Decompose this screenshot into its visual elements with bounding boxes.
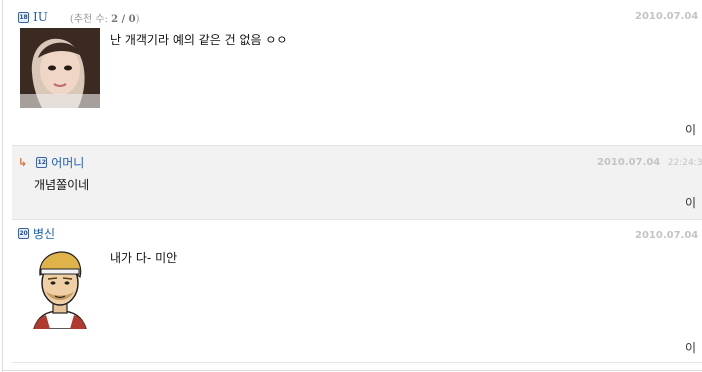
date-text: 2010.07.04 xyxy=(597,157,661,168)
date-text: 2010.07.04 xyxy=(635,11,699,22)
recommend-count: (추천 수: 2 / 0) xyxy=(70,10,140,25)
date-text: 2010.07.04 xyxy=(635,230,699,241)
level-badge: 12 xyxy=(36,156,48,168)
recommend-close: ) xyxy=(135,13,140,25)
avatar-photo-icon[interactable] xyxy=(20,28,100,108)
recommend-value: 2 / 0 xyxy=(111,13,136,25)
comment-1: 18 IU (추천 수: 2 / 0) 2010.07.04 2 난 개객기라 … xyxy=(12,0,702,145)
author-nickname[interactable]: 어머니 xyxy=(51,154,84,171)
comment-date: 2010.07.04 2 xyxy=(635,230,702,241)
time-text: 22:24:31 xyxy=(667,158,702,168)
reply-arrow-icon: ↳ xyxy=(18,155,28,169)
author-nickname[interactable]: 병신 xyxy=(33,225,55,242)
avatar-cartoon-icon[interactable] xyxy=(20,245,100,329)
frame-bottom-border xyxy=(2,370,702,371)
comment-text: 내가 다- 미안 xyxy=(110,251,178,265)
author-nickname[interactable]: IU xyxy=(33,10,48,24)
comment-date: 2010.07.04 22:24:31 xyxy=(597,157,702,168)
comment-header: 18 IU (추천 수: 2 / 0) xyxy=(18,9,140,25)
comment-header: ↳ 12 어머니 xyxy=(18,154,84,170)
comment-header: 20 병신 xyxy=(18,225,55,241)
recommend-label: (추천 수: xyxy=(69,13,108,25)
comment-2-reply: ↳ 12 어머니 2010.07.04 22:24:31 개념쫄이네 이 xyxy=(12,145,702,220)
level-badge: 20 xyxy=(18,227,29,239)
frame-left-border xyxy=(2,0,3,372)
comment-action-link[interactable]: 이 xyxy=(685,121,696,138)
comment-text: 개념쫄이네 xyxy=(34,178,90,192)
comment-action-link[interactable]: 이 xyxy=(685,339,696,356)
comment-date: 2010.07.04 2 xyxy=(635,11,702,22)
comment-3: 20 병신 2010.07.04 2 내가 다- 미안 이 xyxy=(12,219,702,363)
comment-text: 난 개객기라 예의 같은 건 없음 ㅇㅇ xyxy=(110,33,288,47)
level-badge: 18 xyxy=(18,11,29,23)
comment-action-link[interactable]: 이 xyxy=(685,194,696,211)
